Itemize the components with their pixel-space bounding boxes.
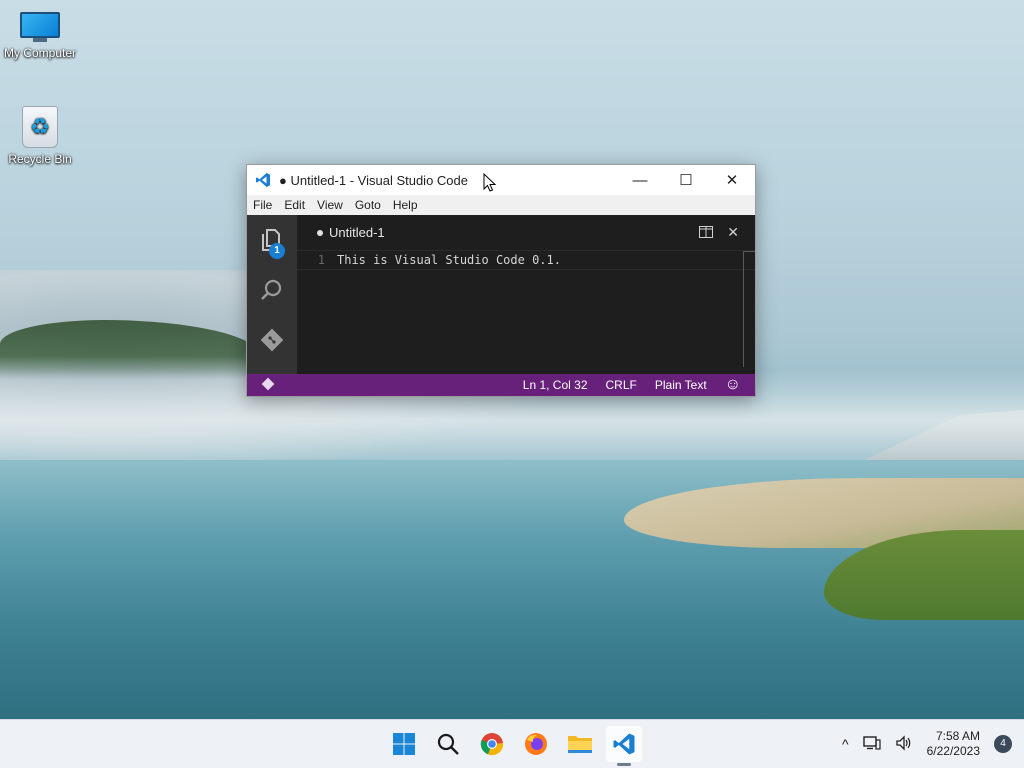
title-bar[interactable]: ● Untitled-1 - Visual Studio Code — ☐ ✕ [247,165,755,195]
git-icon [260,328,284,352]
taskbar: ^ 7:58 AM 6/22/2023 4 [0,719,1024,768]
file-explorer-button[interactable] [562,726,598,762]
git-button[interactable] [247,315,297,365]
menu-view[interactable]: View [311,198,349,212]
unsaved-dot-icon [317,229,323,236]
line-text[interactable]: This is Visual Studio Code 0.1. [337,253,561,267]
line-number: 1 [317,253,325,267]
split-editor-icon[interactable] [699,225,714,241]
search-button[interactable] [247,265,297,315]
git-status-icon[interactable] [261,377,275,394]
menu-help[interactable]: Help [387,198,424,212]
start-button[interactable] [386,726,422,762]
vertical-scrollbar[interactable] [743,251,755,367]
language-mode[interactable]: Plain Text [655,378,707,392]
windows-start-icon [393,733,415,755]
menu-file[interactable]: File [247,198,278,212]
network-icon[interactable] [862,735,881,754]
chrome-button[interactable] [474,726,510,762]
mouse-cursor-icon [483,173,497,192]
clock[interactable]: 7:58 AM 6/22/2023 [927,729,980,759]
status-bar: Ln 1, Col 32 CRLF Plain Text ☺ [247,374,755,396]
vscode-taskbar-button[interactable] [606,726,642,766]
tab-untitled-1[interactable]: Untitled-1 [329,225,385,240]
desktop-icon-recycle-bin[interactable]: ♻ Recycle Bin [0,106,80,166]
editor-area: 1 Untitled-1 ✕ 1 This is Visual Studio C… [247,215,755,376]
tab-bar: Untitled-1 ✕ [297,215,755,250]
firefox-button[interactable] [518,726,554,762]
desktop-icon-label: My Computer [3,46,77,60]
clock-date: 6/22/2023 [926,744,980,758]
volume-icon[interactable] [895,734,913,754]
close-editor-icon[interactable]: ✕ [727,224,739,241]
vscode-logo-icon [255,171,273,189]
clock-time: 7:58 AM [935,729,980,743]
vscode-window: ● Untitled-1 - Visual Studio Code — ☐ ✕ … [246,164,756,397]
minimize-button[interactable]: — [617,165,663,195]
explorer-badge: 1 [269,243,285,259]
vscode-icon [613,733,635,755]
notification-badge[interactable]: 4 [994,735,1012,753]
close-button[interactable]: ✕ [709,165,755,195]
window-title: ● Untitled-1 - Visual Studio Code [279,172,468,188]
menu-edit[interactable]: Edit [278,198,311,212]
cursor-position[interactable]: Ln 1, Col 32 [523,378,588,392]
menu-bar: File Edit View Goto Help [247,195,755,215]
editor-line[interactable]: 1 This is Visual Studio Code 0.1. [297,250,755,270]
folder-icon [568,736,592,753]
explorer-button[interactable]: 1 [247,215,297,265]
firefox-icon [525,733,547,755]
maximize-button[interactable]: ☐ [663,165,709,195]
search-icon [437,733,459,755]
recycle-bin-icon: ♻ [22,106,58,148]
activity-bar: 1 [247,215,297,376]
computer-icon [20,12,60,42]
chrome-icon [480,733,504,756]
search-icon [261,279,282,300]
taskbar-search-button[interactable] [430,726,466,762]
editor-main: Untitled-1 ✕ 1 This is Visual Studio Cod… [297,215,755,376]
line-ending[interactable]: CRLF [606,378,637,392]
system-tray: ^ 7:58 AM 6/22/2023 4 [842,720,1012,768]
desktop-icon-label: Recycle Bin [8,152,72,166]
show-hidden-icons-chevron-icon[interactable]: ^ [842,736,849,752]
menu-goto[interactable]: Goto [349,198,387,212]
feedback-smiley-icon[interactable]: ☺ [725,376,741,394]
desktop-icon-my-computer[interactable]: My Computer [0,12,80,60]
